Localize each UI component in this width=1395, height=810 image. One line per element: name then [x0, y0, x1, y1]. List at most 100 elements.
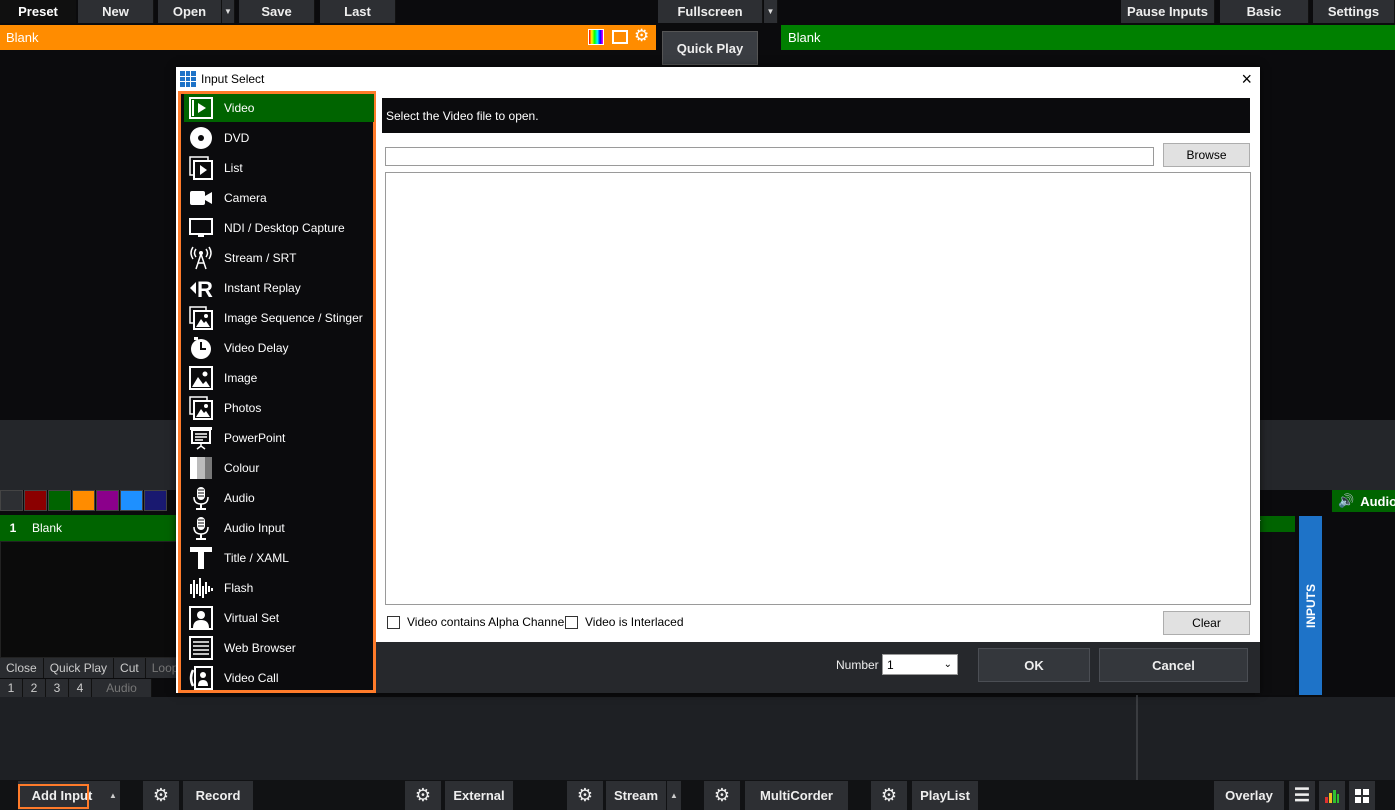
browse-button[interactable]: Browse — [1163, 143, 1250, 167]
alpha-channel-checkbox[interactable]: Video contains Alpha Channel — [387, 615, 567, 629]
camera-icon — [188, 185, 214, 211]
playlist-settings-button[interactable]: ⚙ — [871, 781, 907, 810]
input-type-video[interactable]: Video — [184, 94, 374, 122]
colour-swatch-red[interactable] — [24, 490, 47, 511]
input-type-flash[interactable]: Flash — [184, 574, 374, 602]
stream-dropdown-button[interactable]: ▲ — [667, 781, 681, 810]
overlay-1-button[interactable]: 1 — [0, 679, 23, 697]
input-tile-header[interactable]: 1 Blank — [0, 515, 180, 541]
fullscreen-button[interactable]: Fullscreen — [658, 0, 763, 23]
gear-icon[interactable]: ⚙ — [634, 26, 649, 46]
colour-swatch-blue[interactable] — [120, 490, 143, 511]
audio-mixer-icon[interactable] — [1319, 781, 1345, 810]
chevron-up-icon: ▲ — [109, 791, 117, 800]
input-type-virtual-set[interactable]: Virtual Set — [184, 604, 374, 632]
settings-button[interactable]: Settings — [1313, 0, 1395, 23]
close-input-button[interactable]: Close — [0, 658, 44, 678]
open-dropdown-button[interactable]: ▼ — [222, 0, 235, 23]
input-type-audio-input[interactable]: Audio Input — [184, 514, 374, 542]
dialog-title: Input Select — [201, 72, 265, 86]
chevron-down-icon: ▼ — [224, 7, 232, 16]
overlay-3-button[interactable]: 3 — [46, 679, 69, 697]
input-type-photos[interactable]: Photos — [184, 394, 374, 422]
multicorder-button[interactable]: MultiCorder — [745, 781, 848, 810]
checkbox-box[interactable] — [387, 615, 400, 629]
colour-bars-icon[interactable] — [588, 29, 604, 45]
fullscreen-dropdown-button[interactable]: ▼ — [764, 0, 778, 23]
input-type-list[interactable]: List — [184, 154, 374, 182]
alpha-channel-label: Video contains Alpha Channel — [407, 615, 567, 629]
audio-tab[interactable]: 🔊 Audio — [1332, 490, 1395, 512]
input-type-title-xaml[interactable]: Title / XAML — [184, 544, 374, 572]
input-tile-preview[interactable] — [0, 541, 180, 658]
number-select[interactable]: 1 ⌄ — [882, 654, 958, 675]
colour-swatch-purple[interactable] — [96, 490, 119, 511]
cancel-button[interactable]: Cancel — [1099, 648, 1248, 682]
meter-header: r — [1255, 516, 1295, 532]
cut-button[interactable]: Cut — [114, 658, 146, 678]
input-name: Blank — [32, 521, 63, 535]
input-type-camera[interactable]: Camera — [184, 184, 374, 212]
chevron-down-icon: ⌄ — [943, 659, 952, 670]
external-button[interactable]: External — [445, 781, 513, 810]
colour-swatch-orange[interactable] — [72, 490, 95, 511]
playlist-button[interactable]: PlayList — [912, 781, 978, 810]
inputs-tab[interactable]: INPUTS — [1299, 516, 1322, 695]
file-path-input[interactable] — [385, 147, 1154, 166]
input-type-powerpoint[interactable]: PowerPoint — [184, 424, 374, 452]
input-type-ndi-desktop-capture[interactable]: NDI / Desktop Capture — [184, 214, 374, 242]
basic-button[interactable]: Basic — [1220, 0, 1309, 23]
input-type-video-call[interactable]: Video Call — [184, 664, 374, 692]
input-type-label: Audio Input — [224, 521, 285, 535]
input-type-image[interactable]: Image — [184, 364, 374, 392]
input-type-label: NDI / Desktop Capture — [224, 221, 345, 235]
input-type-web-browser[interactable]: Web Browser — [184, 634, 374, 662]
screen-icon[interactable] — [612, 30, 628, 44]
input-type-video-delay[interactable]: Video Delay — [184, 334, 374, 362]
overlay-2-button[interactable]: 2 — [23, 679, 46, 697]
input-type-stream-srt[interactable]: Stream / SRT — [184, 244, 374, 272]
colour-swatch-navy[interactable] — [144, 490, 167, 511]
audio-meter-panel — [1255, 516, 1295, 695]
gear-icon: ⚙ — [576, 785, 594, 805]
record-settings-button[interactable]: ⚙ — [143, 781, 179, 810]
overlay-button[interactable]: Overlay — [1214, 781, 1284, 810]
input-type-label: Image Sequence / Stinger — [224, 311, 363, 325]
menu-icon[interactable]: ☰ — [1289, 781, 1315, 810]
open-button[interactable]: Open — [158, 0, 222, 23]
interlaced-checkbox[interactable]: Video is Interlaced — [565, 615, 684, 629]
add-input-dropdown-button[interactable]: ▲ — [106, 781, 120, 810]
input-type-label: Image — [224, 371, 258, 385]
multicorder-settings-button[interactable]: ⚙ — [704, 781, 740, 810]
input-type-dvd[interactable]: DVD — [184, 124, 374, 152]
record-button[interactable]: Record — [183, 781, 253, 810]
stream-button[interactable]: Stream — [606, 781, 666, 810]
input-type-instant-replay[interactable]: R Instant Replay — [184, 274, 374, 302]
svg-text:R: R — [197, 277, 213, 300]
last-button[interactable]: Last — [320, 0, 396, 23]
checkbox-box[interactable] — [565, 615, 578, 629]
output-title-bar: Blank — [781, 25, 1395, 50]
input-type-audio[interactable]: Audio — [184, 484, 374, 512]
colour-swatch-green[interactable] — [48, 490, 71, 511]
quick-play-input-button[interactable]: Quick Play — [43, 658, 115, 678]
save-button[interactable]: Save — [239, 0, 315, 23]
stream-settings-button[interactable]: ⚙ — [567, 781, 603, 810]
close-icon[interactable]: × — [1241, 70, 1252, 88]
ok-button[interactable]: OK — [978, 648, 1090, 682]
speaker-icon: 🔊 — [1338, 493, 1355, 508]
input-type-label: DVD — [224, 131, 250, 145]
input-type-label: Camera — [224, 191, 267, 205]
clear-button[interactable]: Clear — [1163, 611, 1250, 635]
pause-inputs-button[interactable]: Pause Inputs — [1121, 0, 1215, 23]
overlay-4-button[interactable]: 4 — [69, 679, 92, 697]
external-settings-button[interactable]: ⚙ — [405, 781, 441, 810]
input-type-image-sequence-stinger[interactable]: Image Sequence / Stinger — [184, 304, 374, 332]
image-icon — [188, 365, 214, 391]
new-button[interactable]: New — [78, 0, 154, 23]
audio-toggle-button[interactable]: Audio — [92, 679, 152, 697]
input-type-colour[interactable]: Colour — [184, 454, 374, 482]
quick-play-button[interactable]: Quick Play — [662, 31, 758, 65]
multiview-icon[interactable] — [1349, 781, 1375, 810]
colour-swatch-none[interactable] — [0, 490, 23, 511]
